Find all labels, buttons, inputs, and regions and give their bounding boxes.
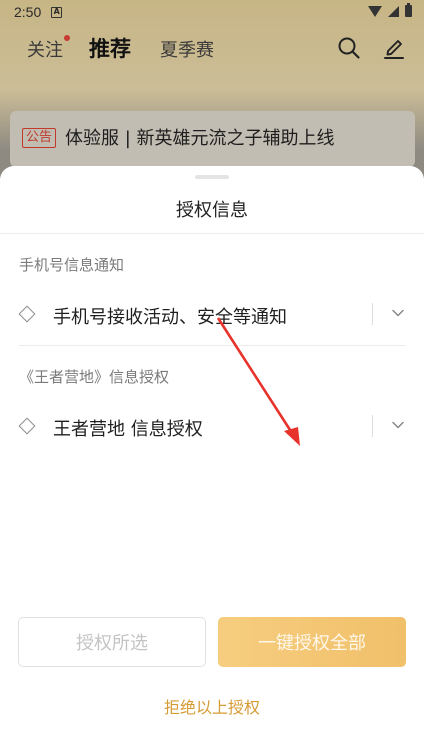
section-label-camp: 《王者营地》信息授权 <box>19 368 170 386</box>
notification-icon: A <box>51 6 63 18</box>
top-nav: 关注 推荐 夏季赛 <box>0 30 424 70</box>
authorize-all-button[interactable]: 一键授权全部 <box>218 617 406 667</box>
wifi-icon <box>368 5 382 17</box>
unread-dot <box>64 35 70 41</box>
signal-icon <box>388 5 399 17</box>
tab-summer[interactable]: 夏季赛 <box>160 36 214 62</box>
sheet-title: 授权信息 <box>176 200 248 221</box>
tab-recommend[interactable]: 推荐 <box>89 33 131 63</box>
edit-icon[interactable] <box>382 36 406 60</box>
divider <box>0 233 424 234</box>
diamond-checkbox-icon[interactable] <box>18 305 36 323</box>
divider <box>372 415 373 437</box>
status-bar: 2:50 A <box>0 0 424 24</box>
search-icon[interactable] <box>337 36 361 60</box>
tab-recommend-label: 推荐 <box>89 37 131 61</box>
announcement-tag: 公告 <box>22 128 57 148</box>
chevron-down-icon[interactable] <box>391 418 405 432</box>
tab-follow-label: 关注 <box>27 40 63 61</box>
sheet-drag-handle[interactable] <box>195 175 229 179</box>
status-time: 2:50 <box>14 4 42 20</box>
authorization-sheet: 授权信息 手机号信息通知 手机号接收活动、安全等通知 《王者营地》信息授权 王者… <box>0 166 424 753</box>
tab-follow[interactable]: 关注 <box>27 35 70 62</box>
announcement-banner[interactable]: 公告 体验服 | 新英雄元流之子辅助上线 <box>10 111 415 167</box>
authorize-selected-button[interactable]: 授权所选 <box>18 617 206 667</box>
annotation-arrow-icon <box>216 317 300 446</box>
diamond-checkbox-icon[interactable] <box>18 417 36 435</box>
battery-icon <box>405 3 412 17</box>
section-label-phone: 手机号信息通知 <box>19 256 125 274</box>
reject-authorization-link[interactable]: 拒绝以上授权 <box>0 694 424 718</box>
status-icons <box>368 3 412 17</box>
option-label: 王者营地 信息授权 <box>53 419 203 440</box>
announcement-text: 体验服 | 新英雄元流之子辅助上线 <box>65 128 335 149</box>
chevron-down-icon[interactable] <box>391 306 405 320</box>
divider <box>372 303 373 325</box>
